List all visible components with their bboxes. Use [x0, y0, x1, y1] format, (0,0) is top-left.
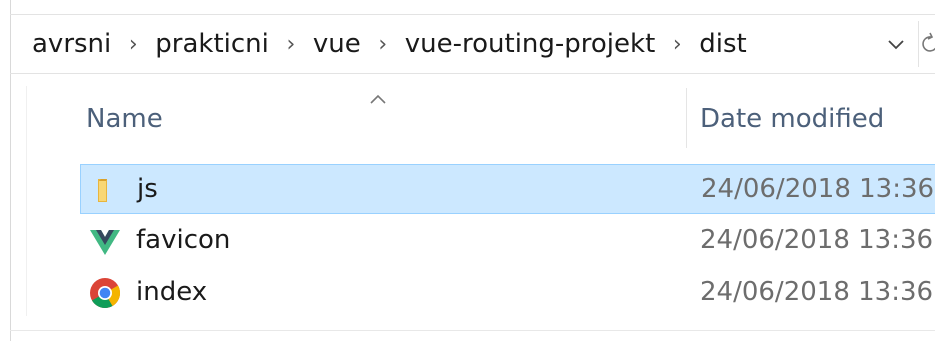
vue-logo-icon — [88, 224, 122, 258]
breadcrumb-separator-icon[interactable]: › — [365, 32, 401, 57]
folder-icon — [89, 173, 123, 207]
chrome-icon — [88, 276, 122, 310]
file-name: favicon — [136, 225, 231, 255]
file-date-modified: 24/06/2018 13:36 — [700, 277, 934, 307]
file-name: js — [137, 174, 158, 204]
navigation-pane-edge — [26, 86, 27, 316]
file-name: index — [136, 277, 208, 307]
column-header-row: Name Date modified — [10, 86, 935, 150]
file-row-js[interactable]: js 24/06/2018 13:36 — [80, 164, 935, 214]
column-divider[interactable] — [686, 88, 687, 148]
file-date-modified: 24/06/2018 13:36 — [701, 174, 935, 204]
sort-ascending-icon — [368, 86, 388, 110]
address-bar[interactable]: avrsni › prakticni › vue › vue-routing-p… — [10, 14, 935, 74]
breadcrumb-separator-icon[interactable]: › — [659, 32, 695, 57]
breadcrumb-item-current[interactable]: dist — [695, 29, 750, 59]
column-header-date-modified[interactable]: Date modified — [700, 104, 884, 134]
bottom-divider — [10, 330, 935, 331]
breadcrumb-item[interactable]: vue-routing-projekt — [401, 29, 660, 59]
breadcrumb-separator-icon[interactable]: › — [115, 32, 151, 57]
breadcrumb-item[interactable]: prakticni — [151, 29, 273, 59]
breadcrumb-separator-icon[interactable]: › — [273, 32, 309, 57]
breadcrumb-item[interactable]: vue — [309, 29, 365, 59]
file-row-index[interactable]: index 24/06/2018 13:36 — [80, 268, 935, 318]
breadcrumb-item[interactable]: avrsni — [28, 29, 115, 59]
column-header-name[interactable]: Name — [86, 104, 163, 134]
refresh-icon[interactable] — [921, 29, 935, 59]
file-date-modified: 24/06/2018 13:36 — [700, 225, 934, 255]
address-bar-divider — [918, 21, 919, 67]
breadcrumb: avrsni › prakticni › vue › vue-routing-p… — [10, 29, 751, 59]
file-row-favicon[interactable]: favicon 24/06/2018 13:36 — [80, 216, 935, 266]
chevron-down-icon[interactable] — [883, 29, 909, 59]
